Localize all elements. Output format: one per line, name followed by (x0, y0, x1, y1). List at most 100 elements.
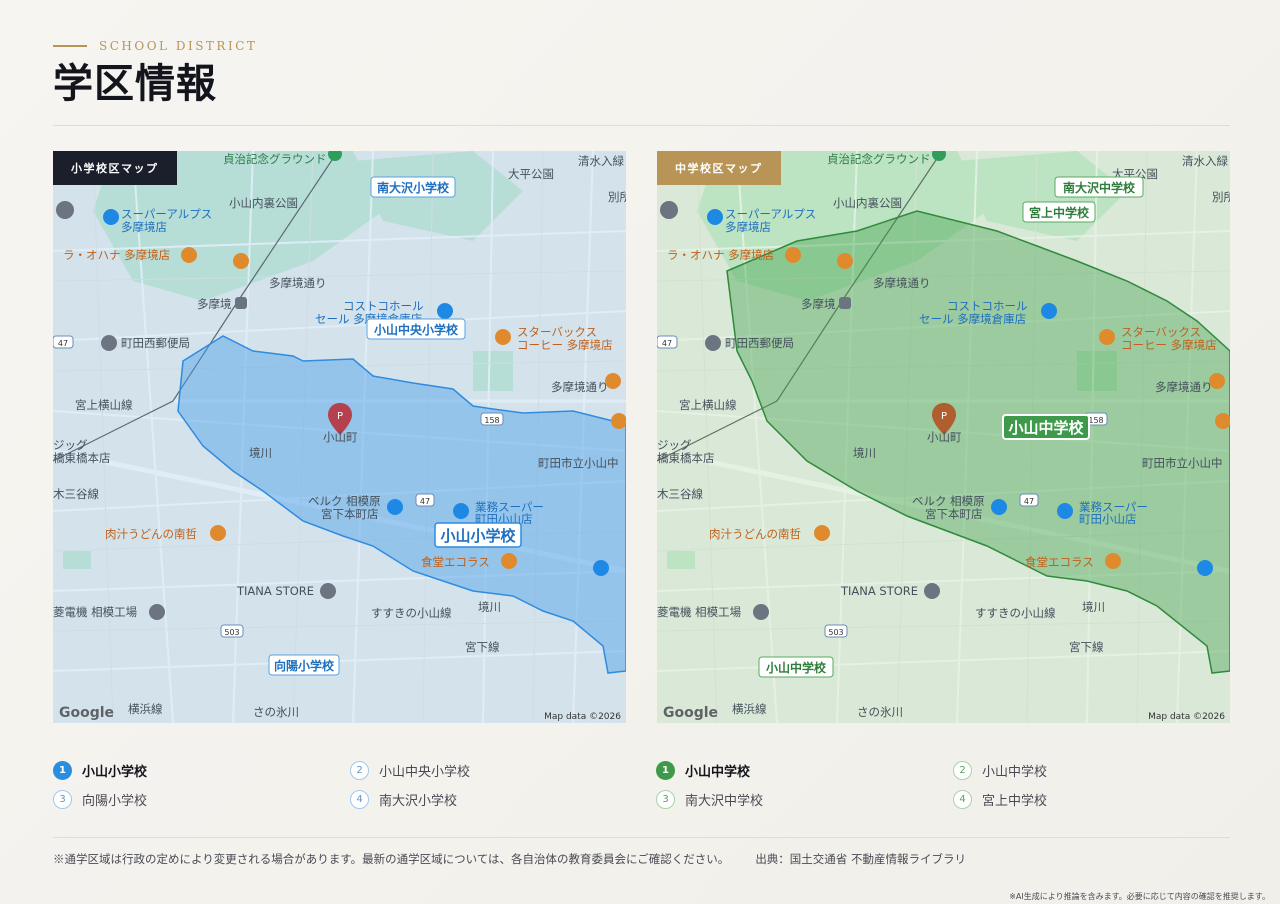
junior-high-district-map[interactable]: 158 47 47 503 P 貞治記念グラウンド 清水入緑 大平公園 別所 ス… (657, 151, 1230, 723)
legend-number: 3 (53, 790, 72, 809)
svg-text:境川: 境川 (249, 446, 272, 460)
svg-text:貞治記念グラウンド: 貞治記念グラウンド (223, 152, 327, 166)
google-logo: Google (59, 705, 114, 721)
legend-item: 2 小山中学校 (953, 761, 1047, 780)
map-canvas[interactable]: 158 47 47 503 P 貞治記念グラウンド 清水入緑 大平公園 別所 ス… (657, 151, 1230, 723)
svg-text:スーパーアルプス: スーパーアルプス (121, 207, 212, 221)
note-text: ※通学区域は行政の定めにより変更される場合があります。最新の通学区域については、… (53, 852, 730, 866)
svg-text:宮下線: 宮下線 (1069, 640, 1104, 654)
legend-item: 4 宮上中学校 (953, 790, 1047, 809)
svg-text:多摩境店: 多摩境店 (725, 220, 771, 234)
legend-label: 小山中学校 (982, 765, 1048, 780)
svg-text:小山内裏公園: 小山内裏公園 (833, 196, 902, 210)
svg-text:宮下線: 宮下線 (465, 640, 500, 654)
svg-text:47: 47 (662, 339, 672, 348)
svg-text:多摩境通り: 多摩境通り (551, 380, 609, 394)
svg-text:多摩境店: 多摩境店 (121, 220, 167, 234)
svg-text:スターバックス: スターバックス (1121, 325, 1201, 339)
map-tag: 小学校区マップ (53, 151, 177, 185)
svg-text:47: 47 (420, 497, 430, 506)
svg-text:貞治記念グラウンド: 貞治記念グラウンド (827, 152, 931, 166)
svg-text:P: P (337, 411, 343, 422)
svg-text:TIANA STORE: TIANA STORE (236, 584, 314, 598)
svg-text:コーヒー 多摩境店: コーヒー 多摩境店 (517, 338, 613, 352)
svg-text:小山内裏公園: 小山内裏公園 (229, 196, 298, 210)
svg-text:47: 47 (58, 339, 68, 348)
page-header: SCHOOL DISTRICT 学区情報 (53, 38, 257, 108)
source-text: 出典：国土交通省 不動産情報ライブラリ (755, 852, 966, 866)
svg-text:コストコホール: コストコホール (343, 299, 424, 313)
svg-text:コストコホール: コストコホール (947, 299, 1028, 313)
legend-item: 4 南大沢小学校 (350, 790, 457, 809)
svg-text:別所: 別所 (1212, 190, 1230, 204)
svg-text:南大沢中学校: 南大沢中学校 (1063, 180, 1136, 195)
legend-label: 南大沢小学校 (379, 794, 458, 809)
eyebrow-line (53, 45, 87, 47)
page-title: 学区情報 (53, 60, 217, 107)
map-canvas[interactable]: 158 47 47 503 P 貞治記念グラウンド 清水入緑 大平公園 別所 ス… (53, 151, 626, 723)
svg-text:47: 47 (1024, 497, 1034, 506)
svg-text:Map data ©2026: Map data ©2026 (544, 712, 621, 722)
svg-text:町田西郵便局: 町田西郵便局 (121, 336, 190, 350)
svg-text:肉汁うどんの南哲: 肉汁うどんの南哲 (105, 527, 197, 541)
svg-text:多摩境: 多摩境 (801, 297, 836, 311)
legend-label: 宮上中学校 (982, 794, 1048, 809)
svg-text:ジッグ: ジッグ (53, 438, 88, 452)
svg-text:清水入緑: 清水入緑 (1182, 154, 1228, 168)
svg-text:158: 158 (1088, 416, 1103, 425)
svg-text:境川: 境川 (853, 446, 876, 460)
svg-text:宮上横山線: 宮上横山線 (679, 398, 737, 412)
svg-text:横浜線: 横浜線 (128, 702, 163, 716)
legend-item: 1 小山中学校 (656, 761, 750, 780)
svg-text:503: 503 (828, 628, 843, 637)
svg-text:多摩境通り: 多摩境通り (1155, 380, 1213, 394)
svg-text:ラ・オハナ 多摩境店: ラ・オハナ 多摩境店 (667, 248, 774, 262)
legend-item: 3 向陽小学校 (53, 790, 147, 809)
legend-item: 3 南大沢中学校 (656, 790, 763, 809)
svg-text:さの氷川: さの氷川 (857, 705, 903, 719)
svg-text:ジッグ: ジッグ (657, 438, 692, 452)
svg-text:町田小山店: 町田小山店 (1079, 512, 1137, 526)
svg-text:158: 158 (484, 416, 499, 425)
svg-text:肉汁うどんの南哲: 肉汁うどんの南哲 (709, 527, 801, 541)
svg-text:境川: 境川 (478, 600, 501, 614)
elementary-district-map[interactable]: 158 47 47 503 P 貞治記念グラウンド 清水入緑 大平公園 別所 ス… (53, 151, 626, 723)
eyebrow: SCHOOL DISTRICT (53, 38, 257, 54)
svg-text:多摩境: 多摩境 (197, 297, 232, 311)
svg-text:セール 多摩境倉庫店: セール 多摩境倉庫店 (919, 312, 1026, 326)
footer-note: ※通学区域は行政の定めにより変更される場合があります。最新の通学区域については、… (53, 851, 966, 867)
google-logo: Google (663, 705, 718, 721)
svg-text:菱電機 相模工場: 菱電機 相模工場 (53, 605, 138, 619)
divider (53, 837, 1230, 838)
svg-text:すすきの小山線: すすきの小山線 (371, 606, 452, 620)
svg-text:さの氷川: さの氷川 (253, 705, 299, 719)
svg-text:南大沢小学校: 南大沢小学校 (377, 180, 450, 195)
svg-text:小山町: 小山町 (927, 430, 962, 444)
svg-text:橋東橋本店: 橋東橋本店 (53, 451, 111, 465)
svg-text:宮上中学校: 宮上中学校 (1029, 205, 1090, 220)
legend-label: 向陽小学校 (82, 794, 148, 809)
svg-text:町田市立小山中: 町田市立小山中 (538, 456, 619, 470)
svg-text:食堂エコラス: 食堂エコラス (1025, 555, 1094, 569)
svg-text:小山中学校: 小山中学校 (766, 660, 827, 675)
svg-text:多摩境通り: 多摩境通り (873, 276, 931, 290)
svg-text:食堂エコラス: 食堂エコラス (421, 555, 490, 569)
svg-text:木三谷線: 木三谷線 (53, 487, 99, 501)
svg-text:大平公園: 大平公園 (508, 167, 554, 181)
svg-text:町田西郵便局: 町田西郵便局 (725, 336, 794, 350)
svg-text:ラ・オハナ 多摩境店: ラ・オハナ 多摩境店 (63, 248, 170, 262)
svg-text:Map data ©2026: Map data ©2026 (1148, 712, 1225, 722)
legend-number: 1 (656, 761, 675, 780)
legend-number: 4 (953, 790, 972, 809)
svg-text:小山町: 小山町 (323, 430, 358, 444)
svg-text:TIANA STORE: TIANA STORE (840, 584, 918, 598)
divider (53, 125, 1230, 126)
svg-text:別所: 別所 (608, 190, 626, 204)
svg-text:小山中学校: 小山中学校 (1008, 419, 1084, 437)
legend-item: 2 小山中央小学校 (350, 761, 470, 780)
svg-text:503: 503 (224, 628, 239, 637)
map-tag: 中学校区マップ (657, 151, 781, 185)
legend-label: 小山中央小学校 (379, 765, 471, 780)
eyebrow-text: SCHOOL DISTRICT (99, 39, 258, 53)
svg-text:コーヒー 多摩境店: コーヒー 多摩境店 (1121, 338, 1217, 352)
